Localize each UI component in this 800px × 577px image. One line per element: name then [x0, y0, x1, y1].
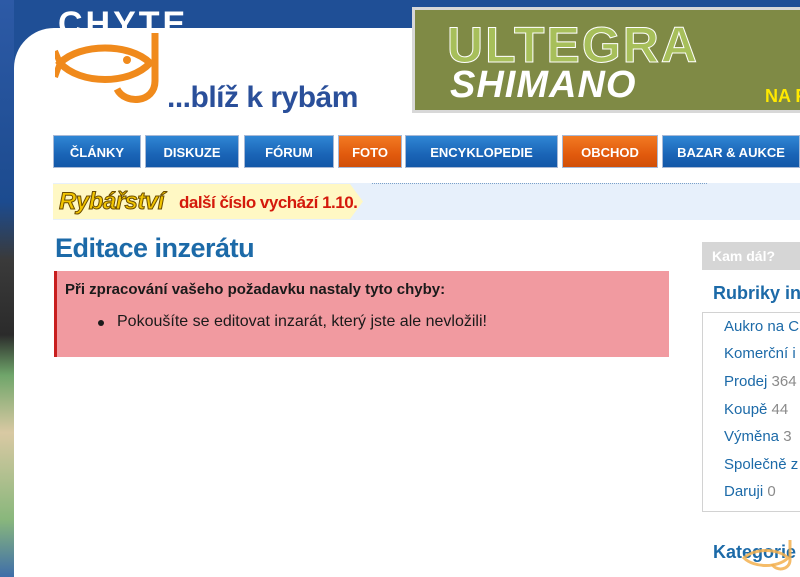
- site-logo[interactable]: CHYTE .cz ...blíž k rybám: [55, 5, 375, 115]
- error-list: Pokoušíte se editovat inzarát, který jst…: [87, 313, 487, 331]
- sidebar-item-prodej[interactable]: Prodej 364: [724, 373, 797, 390]
- sidebar-category-list: Aukro na C Komerční i Prodej 364 Koupě 4…: [702, 312, 800, 512]
- logo-domain: .cz: [203, 23, 233, 48]
- nav-item-diskuze[interactable]: DISKUZE: [145, 135, 239, 168]
- sidebar-item-label: Daruji: [724, 483, 764, 500]
- nav-item-obchod[interactable]: OBCHOD: [562, 135, 658, 168]
- sidebar-item-count: 0: [767, 483, 776, 500]
- page-title: Editace inzerátu: [55, 233, 255, 263]
- sidebar-item-label: Komerční i: [724, 345, 796, 362]
- banner-cta: NA F: [765, 86, 800, 106]
- fish-hook-logo-icon: [55, 33, 159, 103]
- nav-item-forum[interactable]: FÓRUM: [244, 135, 334, 168]
- error-heading: Při zpracování vašeho požadavku nastaly …: [65, 281, 446, 298]
- nav-item-encyklopedie[interactable]: ENCYKLOPEDIE: [405, 135, 558, 168]
- nav-item-bazar-aukce[interactable]: BAZAR & AUKCE: [662, 135, 800, 168]
- banner-brand: SHIMANO: [450, 64, 637, 106]
- main-navigation: ČLÁNKY DISKUZE FÓRUM FOTO ENCYKLOPEDIE O…: [53, 135, 800, 170]
- sidebar-item-koupe[interactable]: Koupě 44: [724, 401, 788, 418]
- logo-tagline: ...blíž k rybám: [167, 81, 358, 114]
- sidebar-item-count: 3: [783, 428, 792, 445]
- sidebar-header: Kam dál?: [702, 242, 800, 270]
- decorative-side-strip: [0, 0, 14, 577]
- sidebar-item-spolecne[interactable]: Společně z: [724, 456, 798, 473]
- bullet-icon: [98, 320, 104, 326]
- sidebar-item-label: Výměna: [724, 428, 780, 445]
- magazine-title[interactable]: Rybářství: [59, 188, 165, 216]
- sidebar-item-label: Aukro na C: [724, 318, 800, 335]
- sidebar-item-vymena[interactable]: Výměna 3: [724, 428, 792, 445]
- error-item: Pokoušíte se editovat inzarát, který jst…: [87, 313, 487, 331]
- error-message-box: Při zpracování vašeho požadavku nastaly …: [54, 271, 669, 357]
- divider: [372, 183, 707, 184]
- sidebar-item-komercni[interactable]: Komerční i: [724, 345, 796, 362]
- nav-item-foto[interactable]: FOTO: [338, 135, 402, 168]
- sidebar-item-aukro[interactable]: Aukro na C: [724, 318, 799, 335]
- ad-banner[interactable]: ULTEGRA SHIMANO NA F: [412, 7, 800, 113]
- sidebar-section-title: Rubriky in: [713, 283, 800, 303]
- sidebar-item-label: Prodej: [724, 373, 768, 390]
- error-item-text: Pokoušíte se editovat inzarát, který jst…: [117, 313, 487, 330]
- magazine-issue-text[interactable]: další číslo vychází 1.10.: [179, 193, 358, 213]
- sidebar-item-count: 44: [771, 401, 789, 418]
- sidebar-item-count: 364: [771, 373, 797, 390]
- sidebar-item-label: Společně z: [724, 456, 799, 473]
- sidebar-item-label: Koupě: [724, 401, 768, 418]
- nav-item-clanky[interactable]: ČLÁNKY: [53, 135, 141, 168]
- watermark-logo-icon: [741, 540, 792, 571]
- sidebar-item-daruji[interactable]: Daruji 0: [724, 483, 776, 500]
